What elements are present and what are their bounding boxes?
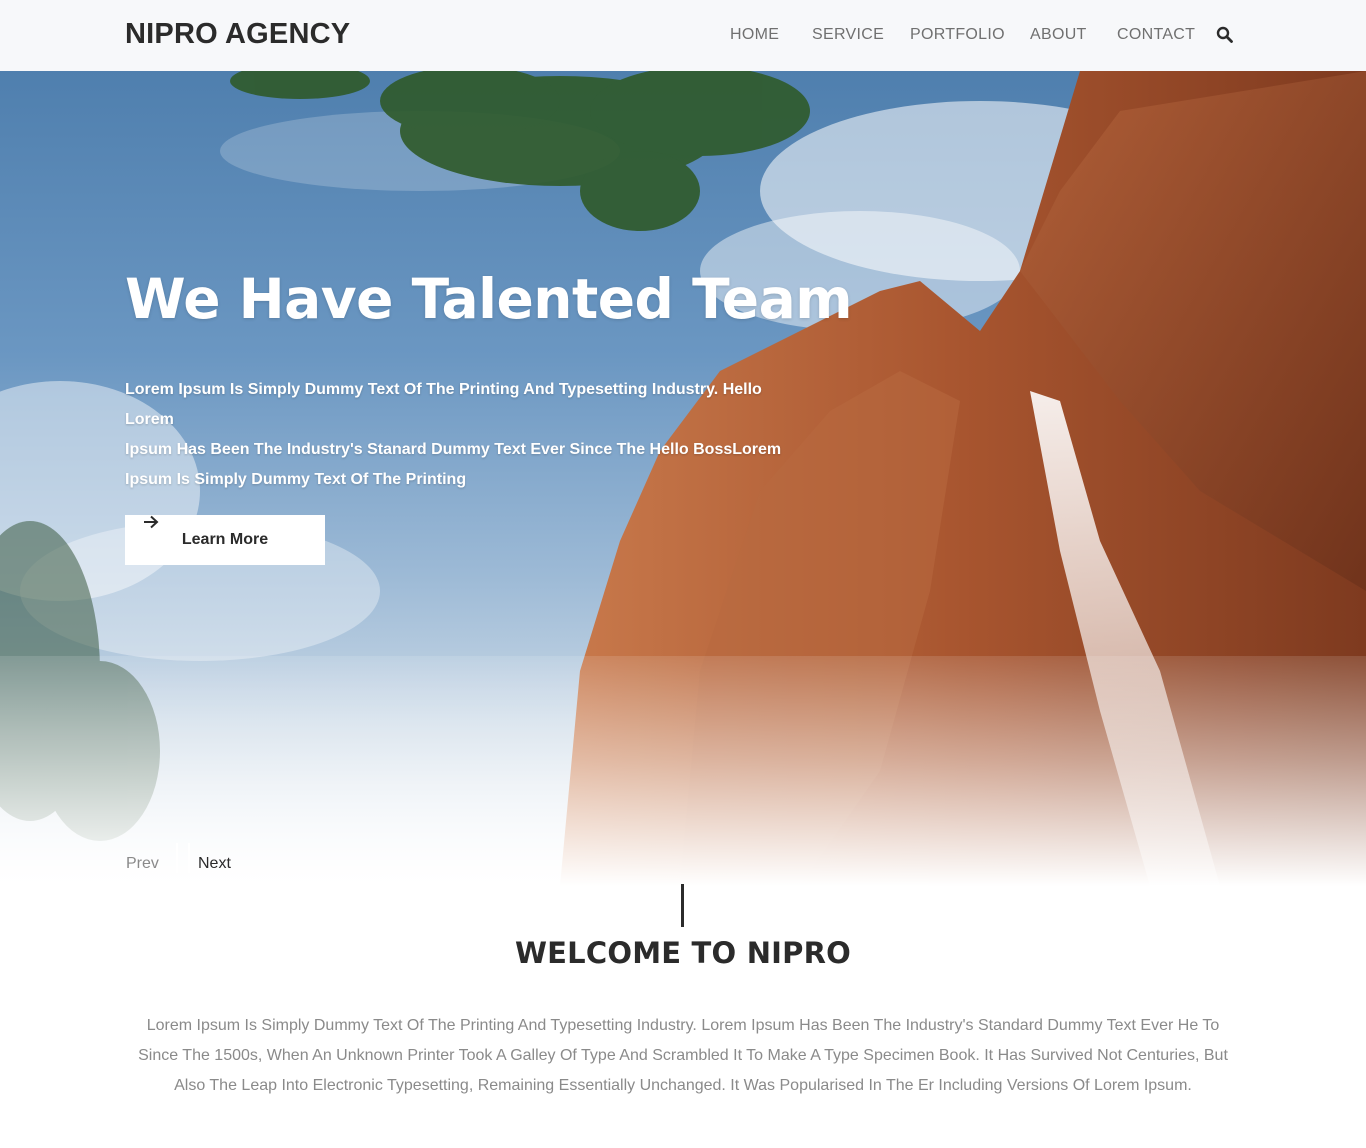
hero-title: We Have Talented Team	[125, 267, 853, 331]
slider-next-button[interactable]: Next	[198, 855, 231, 873]
main-nav: HOME SERVICE PORTFOLIO ABOUT CONTACT	[0, 26, 1366, 46]
hero-text-line: Ipsum Is Simply Dummy Text Of The Printi…	[125, 471, 467, 488]
slider-divider	[176, 843, 190, 873]
hero-fade-overlay	[0, 656, 1366, 886]
nav-service[interactable]: SERVICE	[812, 26, 884, 44]
slider-prev-button[interactable]: Prev	[126, 855, 159, 873]
welcome-text: Lorem Ipsum Is Simply Dummy Text Of The …	[138, 1017, 1228, 1094]
hero-text-line: Lorem Ipsum Is Simply Dummy Text Of The …	[125, 381, 762, 428]
site-header: NIPRO AGENCY HOME SERVICE PORTFOLIO ABOU…	[0, 0, 1366, 71]
learn-more-button[interactable]: Learn More	[125, 515, 325, 565]
arrow-right-icon	[144, 515, 159, 529]
hero-text-line: Ipsum Has Been The Industry's Stanard Du…	[125, 441, 782, 458]
nav-portfolio[interactable]: PORTFOLIO	[910, 26, 1005, 44]
learn-more-label: Learn More	[181, 531, 269, 548]
nav-home[interactable]: HOME	[730, 26, 779, 44]
nav-contact[interactable]: CONTACT	[1117, 26, 1195, 44]
welcome-divider	[681, 884, 684, 927]
search-icon[interactable]	[1216, 26, 1234, 44]
hero-description: Lorem Ipsum Is Simply Dummy Text Of The …	[125, 375, 785, 495]
nav-about[interactable]: ABOUT	[1030, 26, 1087, 44]
hero-slider: We Have Talented Team Lorem Ipsum Is Sim…	[0, 71, 1366, 886]
welcome-title: WELCOME TO NIPRO	[514, 936, 851, 970]
